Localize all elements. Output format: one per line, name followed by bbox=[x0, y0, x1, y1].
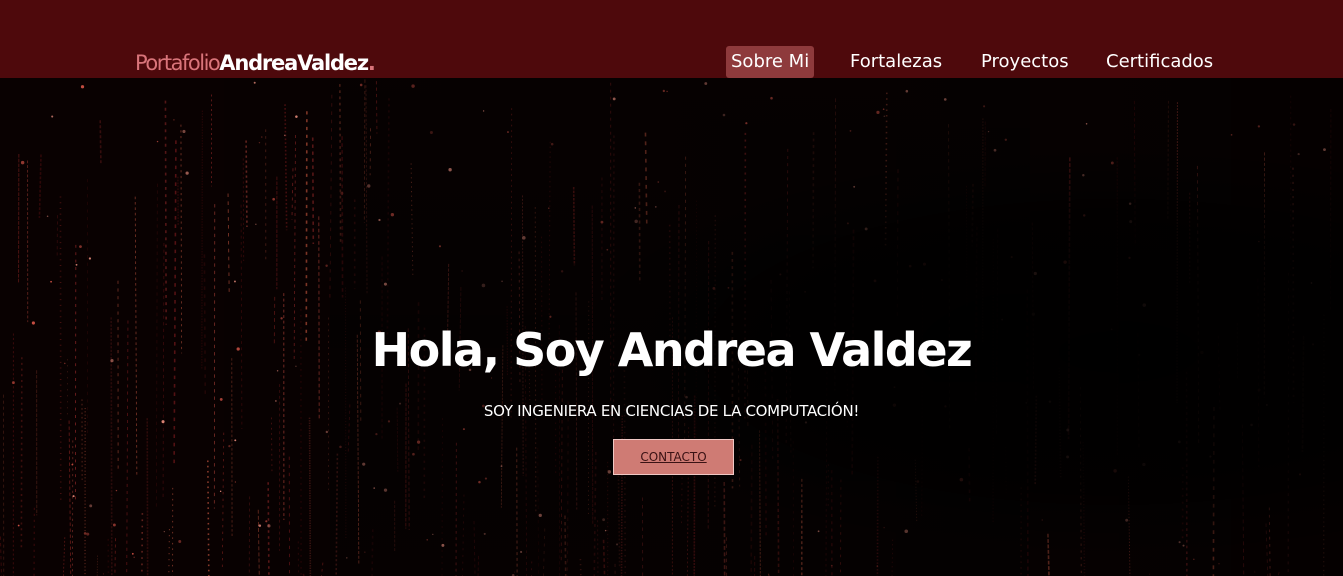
nav-item-proyectos[interactable]: Proyectos bbox=[976, 46, 1074, 78]
top-navigation-bar: PortafolioAndreaValdez. Sobre Mi Fortale… bbox=[0, 0, 1343, 78]
portfolio-page: PortafolioAndreaValdez. Sobre Mi Fortale… bbox=[0, 0, 1343, 576]
nav-item-sobre-mi[interactable]: Sobre Mi bbox=[726, 46, 815, 78]
hero-subtitle: SOY INGENIERA EN CIENCIAS DE LA COMPUTAC… bbox=[483, 402, 860, 420]
hero-section: Hola, Soy Andrea Valdez SOY INGENIERA EN… bbox=[0, 78, 1343, 576]
nav-item-certificados[interactable]: Certificados bbox=[1101, 46, 1218, 78]
contact-button[interactable]: CONTACTO bbox=[613, 439, 734, 475]
main-nav: Sobre Mi Fortalezas Proyectos Certificad… bbox=[0, 46, 1343, 78]
nav-item-fortalezas[interactable]: Fortalezas bbox=[845, 46, 947, 78]
hero-title: Hola, Soy Andrea Valdez bbox=[371, 323, 973, 377]
